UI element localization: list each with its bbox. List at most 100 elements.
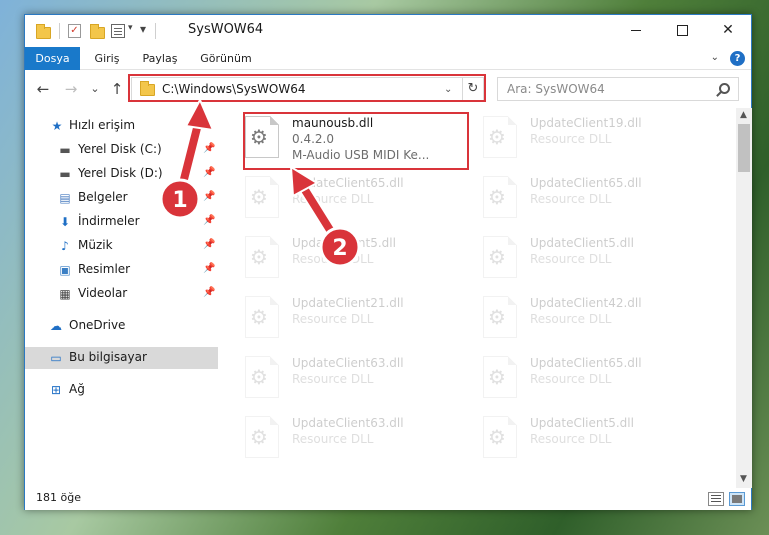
tab-share[interactable]: Paylaş bbox=[137, 47, 183, 70]
file-name: UpdateClient63.dll bbox=[292, 356, 404, 370]
file-name: UpdateClient65.dll bbox=[530, 356, 642, 370]
pin-icon[interactable]: 📌 bbox=[203, 263, 215, 274]
sidebar-item-music[interactable]: ♪ Müzik 📌 bbox=[25, 235, 218, 257]
recent-locations-icon[interactable]: ⌄ bbox=[85, 79, 105, 99]
sidebar-item-label: Müzik bbox=[78, 238, 113, 252]
file-type: Resource DLL bbox=[530, 372, 612, 386]
pin-icon[interactable]: 📌 bbox=[203, 239, 215, 250]
sidebar-item-label: Belgeler bbox=[78, 190, 128, 204]
file-name: UpdateClient63.dll bbox=[292, 416, 404, 430]
sidebar-item-videos[interactable]: ▦ Videolar 📌 bbox=[25, 283, 218, 305]
scroll-down-icon[interactable]: ▼ bbox=[740, 474, 747, 484]
close-button[interactable]: ✕ bbox=[705, 15, 751, 46]
file-type: Resource DLL bbox=[292, 312, 374, 326]
file-item[interactable]: UpdateClient19.dll Resource DLL bbox=[469, 112, 695, 166]
details-view-icon[interactable] bbox=[708, 492, 724, 506]
file-item[interactable]: UpdateClient65.dll Resource DLL bbox=[231, 172, 457, 226]
file-name: UpdateClient21.dll bbox=[292, 296, 404, 310]
file-item[interactable]: UpdateClient5.dll Resource DLL bbox=[469, 412, 695, 466]
pin-icon[interactable]: 📌 bbox=[203, 191, 215, 202]
dll-file-icon bbox=[483, 416, 517, 458]
pin-icon[interactable]: 📌 bbox=[203, 143, 215, 154]
help-icon[interactable]: ? bbox=[730, 51, 745, 66]
sidebar-item-quick-access[interactable]: ★ Hızlı erişim bbox=[25, 115, 218, 137]
toolbar-divider bbox=[155, 23, 156, 39]
properties-check-icon[interactable]: ✓ bbox=[68, 24, 81, 38]
file-type: Resource DLL bbox=[530, 432, 612, 446]
file-item[interactable]: UpdateClient65.dll Resource DLL bbox=[469, 172, 695, 226]
sidebar-item-label: Hızlı erişim bbox=[69, 118, 136, 132]
file-highlight-box bbox=[243, 112, 469, 170]
title-bar: ✓ ▾ ▾ SysWOW64 ✕ bbox=[25, 15, 751, 47]
navigation-pane: ★ Hızlı erişim ▬ Yerel Disk (C:) 📌 ▬ Yer… bbox=[25, 108, 218, 488]
tab-view[interactable]: Görünüm bbox=[197, 47, 255, 70]
qat-menu-icon[interactable]: ▾ bbox=[140, 22, 146, 36]
file-type: Resource DLL bbox=[292, 432, 374, 446]
new-folder-icon[interactable] bbox=[90, 24, 105, 39]
minimize-button[interactable] bbox=[613, 15, 659, 46]
dll-file-icon bbox=[245, 236, 279, 278]
pictures-icon: ▣ bbox=[59, 263, 71, 277]
file-type: Resource DLL bbox=[292, 192, 374, 206]
dll-file-icon bbox=[483, 236, 517, 278]
sidebar-item-pictures[interactable]: ▣ Resimler 📌 bbox=[25, 259, 218, 281]
file-name: UpdateClient65.dll bbox=[292, 176, 404, 190]
toolbar-divider bbox=[59, 23, 60, 39]
file-name: UpdateClient42.dll bbox=[530, 296, 642, 310]
pin-icon[interactable]: 📌 bbox=[203, 287, 215, 298]
music-icon: ♪ bbox=[61, 239, 69, 253]
file-item[interactable]: UpdateClient63.dll Resource DLL bbox=[231, 352, 457, 406]
file-item[interactable]: UpdateClient65.dll Resource DLL bbox=[469, 352, 695, 406]
tab-home[interactable]: Giriş bbox=[88, 47, 126, 70]
search-placeholder[interactable]: Ara: SysWOW64 bbox=[507, 82, 605, 96]
expand-ribbon-icon[interactable]: ⌄ bbox=[711, 52, 719, 63]
drive-icon: ▬ bbox=[59, 143, 71, 157]
dll-file-icon bbox=[245, 416, 279, 458]
dll-file-icon bbox=[245, 356, 279, 398]
window-title: SysWOW64 bbox=[188, 22, 264, 37]
forward-arrow-icon[interactable]: → bbox=[61, 79, 81, 99]
file-item[interactable]: UpdateClient42.dll Resource DLL bbox=[469, 292, 695, 346]
pin-icon[interactable]: 📌 bbox=[203, 167, 215, 178]
sidebar-item-onedrive[interactable]: ☁ OneDrive bbox=[25, 315, 218, 337]
file-type: Resource DLL bbox=[530, 252, 612, 266]
dll-file-icon bbox=[483, 356, 517, 398]
sidebar-item-network[interactable]: ⊞ Ağ bbox=[25, 379, 218, 401]
pin-icon[interactable]: 📌 bbox=[203, 215, 215, 226]
sidebar-item-label: OneDrive bbox=[69, 318, 126, 332]
vertical-scrollbar[interactable]: ▲ ▼ bbox=[736, 108, 752, 488]
maximize-button[interactable] bbox=[659, 15, 705, 46]
search-icon[interactable] bbox=[719, 83, 730, 94]
file-item[interactable]: UpdateClient21.dll Resource DLL bbox=[231, 292, 457, 346]
computer-icon: ▭ bbox=[50, 351, 62, 365]
tab-file[interactable]: Dosya bbox=[25, 47, 80, 70]
up-arrow-icon[interactable]: ↑ bbox=[107, 79, 127, 99]
sidebar-item-documents[interactable]: ▤ Belgeler 📌 bbox=[25, 187, 218, 209]
dll-file-icon bbox=[245, 296, 279, 338]
file-type: Resource DLL bbox=[530, 312, 612, 326]
sidebar-item-label: Resimler bbox=[78, 262, 131, 276]
sidebar-item-local-disk-c[interactable]: ▬ Yerel Disk (C:) 📌 bbox=[25, 139, 218, 161]
tiles-view-icon[interactable] bbox=[729, 492, 745, 506]
dll-file-icon bbox=[245, 176, 279, 218]
file-name: UpdateClient5.dll bbox=[292, 236, 396, 250]
search-box[interactable]: Ara: SysWOW64 bbox=[497, 77, 739, 101]
qat-dropdown-icon[interactable]: ▾ bbox=[128, 23, 133, 33]
sidebar-item-label: Ağ bbox=[69, 382, 85, 396]
sidebar-item-downloads[interactable]: ⬇ İndirmeler 📌 bbox=[25, 211, 218, 233]
download-icon: ⬇ bbox=[59, 215, 71, 229]
status-bar: 181 öğe bbox=[25, 488, 751, 510]
scroll-up-icon[interactable]: ▲ bbox=[740, 110, 747, 120]
scroll-thumb[interactable] bbox=[738, 124, 750, 172]
customize-qat-icon[interactable] bbox=[111, 24, 125, 38]
video-icon: ▦ bbox=[59, 287, 71, 301]
file-item[interactable]: UpdateClient5.dll Resource DLL bbox=[231, 232, 457, 286]
file-item[interactable]: UpdateClient5.dll Resource DLL bbox=[469, 232, 695, 286]
file-name: UpdateClient5.dll bbox=[530, 236, 634, 250]
drive-icon: ▬ bbox=[59, 167, 71, 181]
file-item[interactable]: UpdateClient63.dll Resource DLL bbox=[231, 412, 457, 466]
back-arrow-icon[interactable]: ← bbox=[33, 79, 53, 99]
sidebar-item-local-disk-d[interactable]: ▬ Yerel Disk (D:) 📌 bbox=[25, 163, 218, 185]
sidebar-item-label: Yerel Disk (C:) bbox=[78, 142, 162, 156]
sidebar-item-this-pc[interactable]: ▭ Bu bilgisayar bbox=[25, 347, 218, 369]
